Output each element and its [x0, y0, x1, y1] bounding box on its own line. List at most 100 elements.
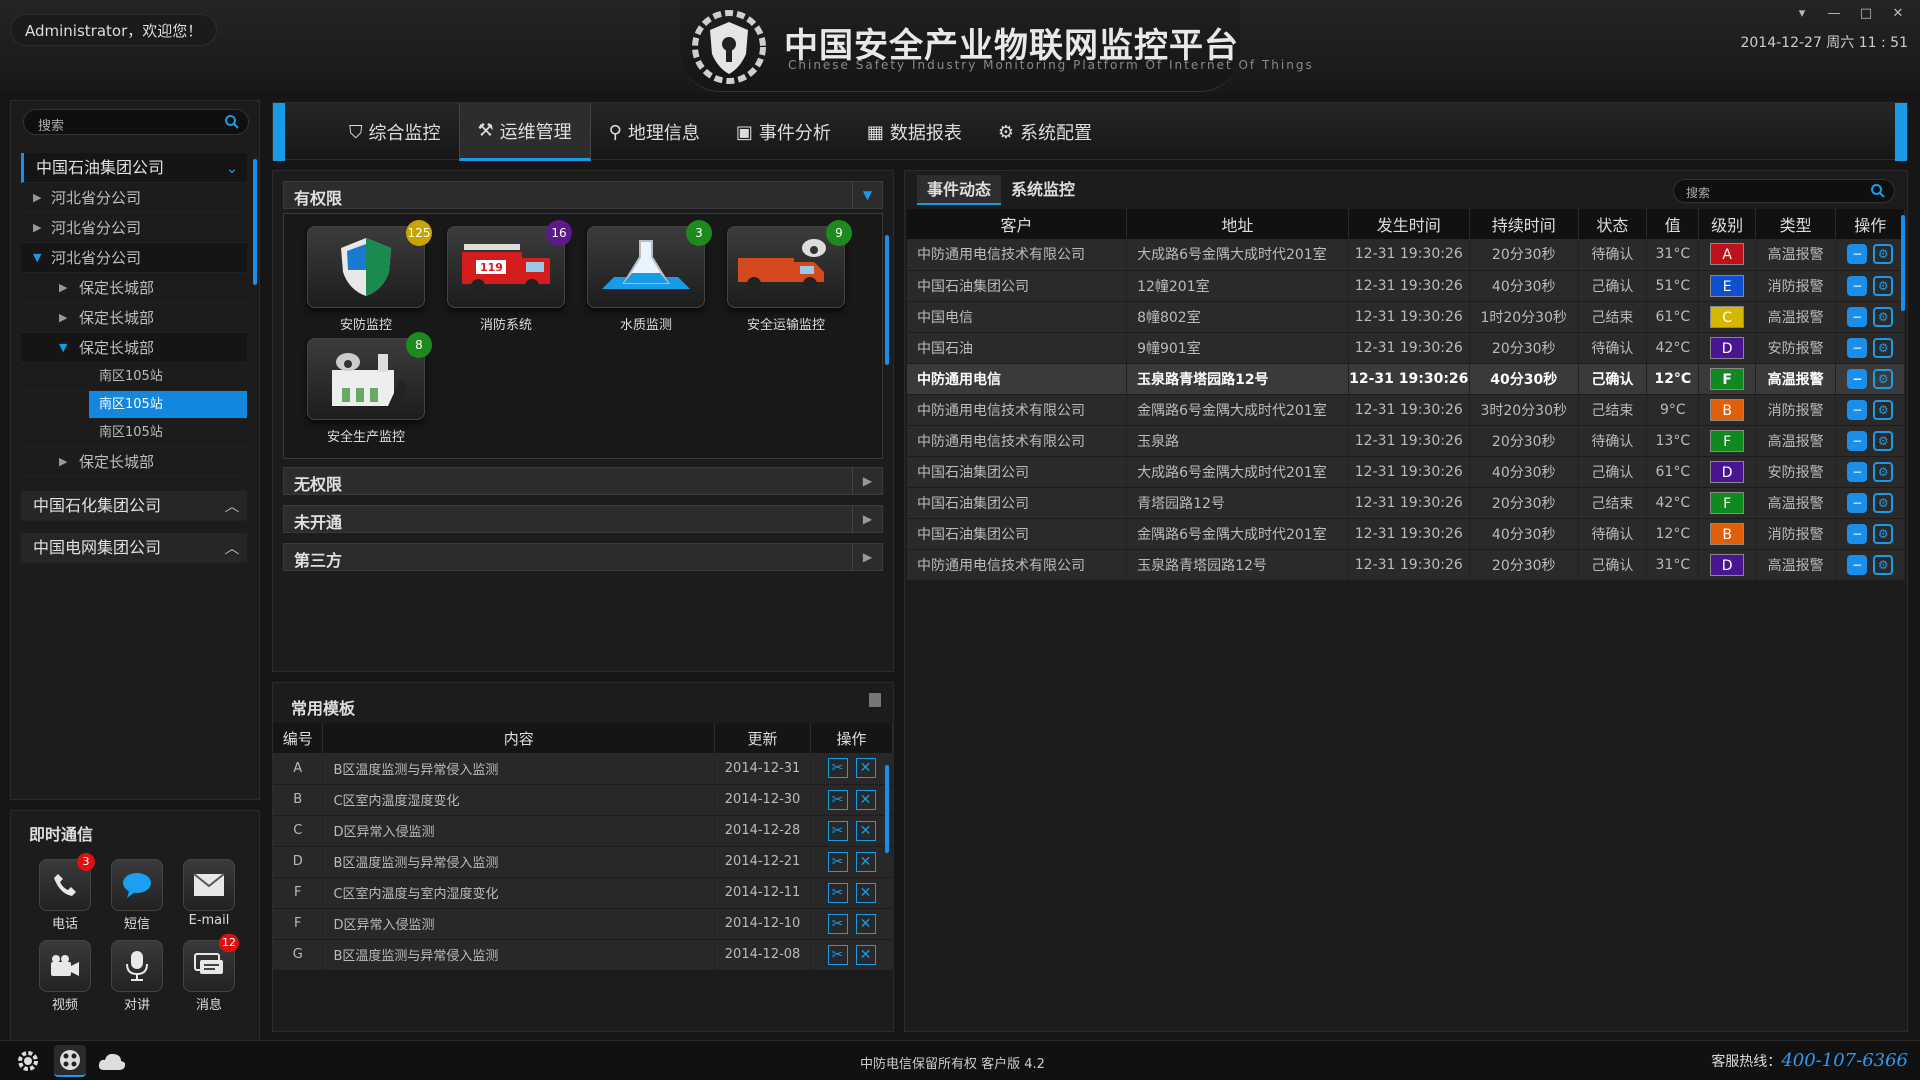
events-search-input[interactable]: 搜索 [1673, 179, 1895, 203]
tab-geo[interactable]: ⚲ 地理信息 [591, 103, 718, 161]
gear-icon[interactable]: ⚙ [1873, 368, 1894, 389]
caret-right-icon[interactable]: ▶ [59, 303, 67, 333]
tree-leaf[interactable]: 南区105站 [21, 419, 247, 447]
tab-overview[interactable]: ⛉ 综合监控 [331, 103, 459, 161]
minus-icon[interactable]: − [1847, 523, 1868, 544]
template-row[interactable]: G B区温度监测与异常侵入监测 2014-12-08 ✂ ✕ [273, 939, 893, 971]
caret-down-icon[interactable]: ▼ [852, 182, 882, 208]
app-production[interactable]: 8 安全生产监控 [304, 332, 432, 445]
tree-node[interactable]: ▼ 河北省分公司 [21, 243, 247, 273]
event-row[interactable]: 中国电信 8幢802室 12-31 19:30:26 1时20分30秒 己结束 61°C C… [907, 301, 1905, 333]
event-row[interactable]: 中国石油集团公司 12幢201室 12-31 19:30:26 40分30秒 己确认 51… [907, 270, 1905, 302]
caret-right-icon[interactable]: ▶ [59, 447, 67, 477]
template-row[interactable]: F C区室内温度与室内湿度变化 2014-12-11 ✂ ✕ [273, 877, 893, 909]
delete-icon[interactable]: ✕ [855, 851, 876, 872]
search-icon[interactable] [1870, 183, 1886, 199]
delete-icon[interactable]: ✕ [855, 789, 876, 810]
app-fire[interactable]: 119 16 消防系统 [444, 220, 572, 333]
template-row[interactable]: B C区室内温度湿度变化 2014-12-30 ✂ ✕ [273, 784, 893, 816]
delete-icon[interactable]: ✕ [855, 944, 876, 965]
delete-icon[interactable]: ✕ [855, 913, 876, 934]
caret-right-icon[interactable]: ▶ [852, 544, 882, 570]
event-row[interactable]: 中防通用电信技术有限公司 金隅路6号金隅大成时代201室 12-31 19:30:2… [907, 394, 1905, 426]
event-row[interactable]: 中国石油 9幢901室 12-31 19:30:26 20分30秒 待确认 42°C D 安防… [907, 332, 1905, 364]
gear-icon[interactable]: ⚙ [1873, 492, 1894, 513]
edit-tools-icon[interactable]: ✂ [827, 758, 848, 779]
caret-right-icon[interactable]: ▶ [59, 273, 67, 303]
comm-email[interactable]: E-mail [173, 859, 245, 932]
apps-scrollbar[interactable] [885, 235, 889, 365]
app-security[interactable]: 125 安防监控 [304, 220, 432, 333]
tree-node[interactable]: ▼ 保定长城部 [21, 333, 247, 363]
delete-icon[interactable]: ✕ [855, 758, 876, 779]
sidebar-scrollbar[interactable] [253, 159, 257, 285]
app-water[interactable]: 3 水质监测 [584, 220, 712, 333]
gear-icon[interactable]: ⚙ [1873, 275, 1894, 296]
tab-maintenance[interactable]: ⚒ 运维管理 [458, 103, 591, 161]
tree-node[interactable]: ▶ 保定长城部 [21, 273, 247, 303]
tree-node-root[interactable]: 中国石油集团公司 ⌄ [21, 153, 247, 183]
tree-node[interactable]: ▶ 保定长城部 [21, 303, 247, 333]
event-row[interactable]: 中国石油集团公司 大成路6号金隅大成时代201室 12-31 19:30:26 40分… [907, 456, 1905, 488]
template-row[interactable]: F D区异常入侵监测 2014-12-10 ✂ ✕ [273, 908, 893, 940]
document-icon[interactable] [869, 693, 881, 707]
cloud-icon[interactable] [96, 1045, 128, 1077]
tree-node[interactable]: ▶ 河北省分公司 [21, 183, 247, 213]
section-third-party[interactable]: 第三方 ▶ [283, 543, 883, 571]
minus-icon[interactable]: − [1847, 368, 1868, 389]
edit-tools-icon[interactable]: ✂ [827, 820, 848, 841]
gear-icon[interactable]: ⚙ [1873, 244, 1894, 265]
tree-node[interactable]: ▶ 河北省分公司 [21, 213, 247, 243]
app-transport[interactable]: 9 安全运输监控 [724, 220, 852, 333]
edit-tools-icon[interactable]: ✂ [827, 789, 848, 810]
event-row[interactable]: 中防通用电信 玉泉路青塔园路12号 12-31 19:30:26 40分30秒 己确认 1… [907, 363, 1905, 395]
edit-tools-icon[interactable]: ✂ [827, 913, 848, 934]
section-no-permission[interactable]: 无权限 ▶ [283, 467, 883, 495]
minus-icon[interactable]: − [1847, 554, 1868, 575]
gear-icon[interactable]: ⚙ [1873, 554, 1894, 575]
event-row[interactable]: 中防通用电信技术有限公司 大成路6号金隅大成时代201室 12-31 19:30:2… [907, 239, 1905, 271]
caret-right-icon[interactable]: ▶ [852, 468, 882, 494]
minus-icon[interactable]: − [1847, 337, 1868, 358]
edit-tools-icon[interactable]: ✂ [827, 882, 848, 903]
edit-tools-icon[interactable]: ✂ [827, 944, 848, 965]
event-row[interactable]: 中国石油集团公司 金隅路6号金隅大成时代201室 12-31 19:30:26 40分… [907, 518, 1905, 550]
tree-group[interactable]: 中国石化集团公司 ︿ [21, 491, 247, 521]
chevron-down-icon[interactable]: ⌄ [217, 153, 247, 183]
caret-right-icon[interactable]: ▶ [33, 213, 41, 243]
minus-icon[interactable]: − [1847, 461, 1868, 482]
gear-icon[interactable]: ⚙ [1873, 461, 1894, 482]
film-reel-icon[interactable] [54, 1045, 86, 1077]
events-scrollbar[interactable] [1901, 215, 1905, 311]
maximize-icon[interactable]: □ [1854, 4, 1878, 24]
search-icon[interactable] [224, 114, 240, 130]
comm-sms[interactable]: 短信 [101, 859, 173, 932]
section-not-open[interactable]: 未开通 ▶ [283, 505, 883, 533]
comm-video[interactable]: 视频 [29, 940, 101, 1013]
tree-group[interactable]: 中国电网集团公司 ︿ [21, 533, 247, 563]
gear-icon[interactable]: ⚙ [1873, 337, 1894, 358]
templates-scrollbar[interactable] [885, 765, 889, 853]
hotline-number[interactable]: 400-107-6366 [1781, 1050, 1908, 1071]
gear-icon[interactable]: ⚙ [1873, 523, 1894, 544]
template-row[interactable]: D B区温度监测与异常侵入监测 2014-12-21 ✂ ✕ [273, 846, 893, 878]
delete-icon[interactable]: ✕ [855, 882, 876, 903]
tree-node[interactable]: ▶ 保定长城部 [21, 447, 247, 477]
caret-right-icon[interactable]: ▶ [33, 183, 41, 213]
edit-tools-icon[interactable]: ✂ [827, 851, 848, 872]
template-row[interactable]: A B区温度监测与异常侵入监测 2014-12-31 ✂ ✕ [273, 753, 893, 785]
event-row[interactable]: 中防通用电信技术有限公司 玉泉路 12-31 19:30:26 20分30秒 待确认 13… [907, 425, 1905, 457]
delete-icon[interactable]: ✕ [855, 820, 876, 841]
minimize-icon[interactable]: — [1822, 4, 1846, 24]
tab-system-monitor[interactable]: 系统监控 [1001, 175, 1085, 205]
tab-event-feed[interactable]: 事件动态 [917, 175, 1002, 205]
event-row[interactable]: 中国石油集团公司 青塔园路12号 12-31 19:30:26 20分30秒 己结束 42… [907, 487, 1905, 519]
event-row[interactable]: 中防通用电信技术有限公司 玉泉路青塔园路12号 12-31 19:30:26 20分3… [907, 549, 1905, 581]
caret-right-icon[interactable]: ▶ [852, 506, 882, 532]
close-icon[interactable]: ✕ [1886, 4, 1910, 24]
gear-icon[interactable]: ⚙ [1873, 399, 1894, 420]
minus-icon[interactable]: − [1847, 244, 1868, 265]
sidebar-search-input[interactable]: 搜索 [23, 109, 249, 135]
chevron-up-icon[interactable]: ︿ [217, 491, 247, 521]
template-row[interactable]: C D区异常入侵监测 2014-12-28 ✂ ✕ [273, 815, 893, 847]
